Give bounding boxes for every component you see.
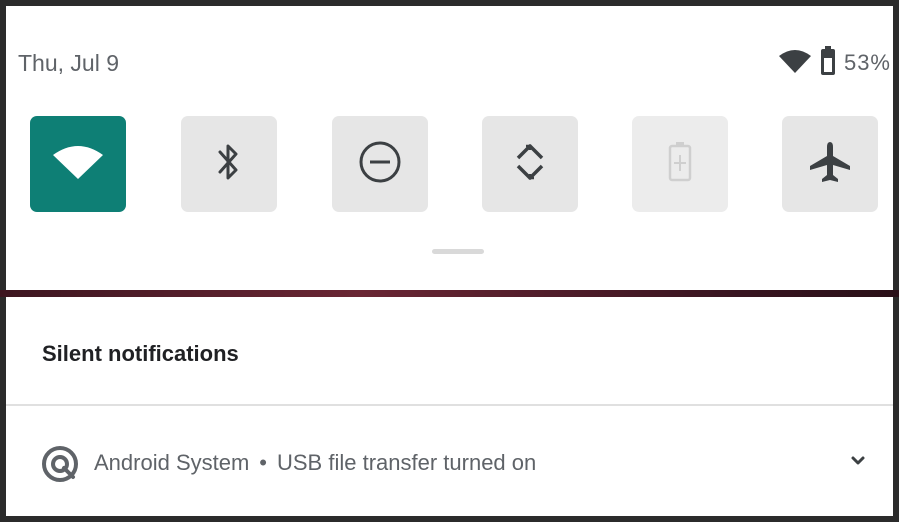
notification-item[interactable]: Android System • USB file transfer turned … — [6, 442, 893, 486]
airplane-mode-icon — [806, 138, 854, 191]
battery-saver-icon — [667, 140, 693, 189]
bluetooth-icon — [214, 140, 244, 189]
notification-title: USB file transfer turned on — [277, 450, 537, 475]
quick-settings-panel: Thu, Jul 9 53% — [0, 0, 899, 292]
chevron-down-icon[interactable] — [849, 452, 867, 475]
quick-settings-tiles — [6, 116, 893, 214]
notification-panel: Silent notifications Android System • USB … — [0, 297, 899, 522]
tile-airplane-mode[interactable] — [782, 116, 878, 212]
tile-wifi[interactable] — [30, 116, 126, 212]
panel-drag-handle[interactable] — [432, 249, 484, 254]
do-not-disturb-icon — [357, 139, 403, 190]
tile-do-not-disturb[interactable] — [332, 116, 428, 212]
tile-battery-saver[interactable] — [632, 116, 728, 212]
tile-auto-rotate[interactable] — [482, 116, 578, 212]
wifi-icon — [52, 145, 104, 184]
notification-separator: • — [259, 450, 267, 475]
notification-app-name: Android System — [94, 450, 250, 475]
tile-bluetooth[interactable] — [181, 116, 277, 212]
section-title: Silent notifications — [42, 341, 239, 366]
status-icons: 53% — [778, 45, 891, 81]
android-system-icon — [40, 444, 80, 489]
notification-text: Android System • USB file transfer turned … — [94, 450, 536, 476]
battery-percent: 53% — [843, 50, 891, 75]
auto-rotate-icon — [506, 138, 554, 191]
wifi-icon — [778, 48, 812, 79]
status-date: Thu, Jul 9 — [18, 50, 119, 76]
section-divider — [6, 404, 893, 406]
battery-icon — [820, 45, 836, 81]
